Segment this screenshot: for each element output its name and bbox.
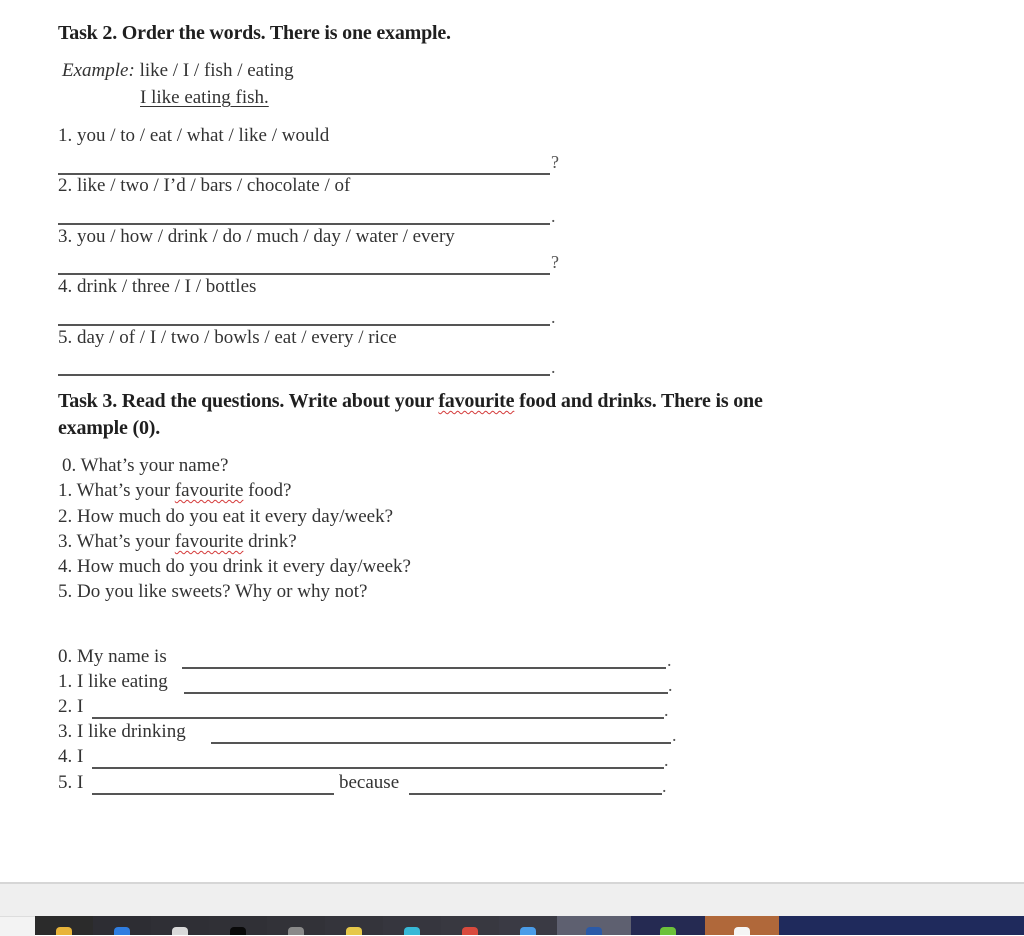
spellcheck-word[interactable]: favourite (438, 390, 514, 412)
spellcheck-word[interactable]: favourite (175, 480, 244, 501)
document-page: Task 2. Order the words. There is one ex… (0, 0, 1024, 882)
order-item-4-end: . (551, 307, 556, 327)
chrome-icon (462, 927, 478, 935)
answer-4-line[interactable] (92, 767, 664, 769)
answer-1-end: . (668, 675, 673, 695)
terminal-icon (230, 927, 246, 935)
app-white-icon (734, 927, 750, 935)
order-item-5-prompt: 5. day / of / I / two / bowls / eat / ev… (58, 327, 397, 348)
answer-1-line[interactable] (184, 692, 668, 694)
answer-5-line-a[interactable] (92, 793, 334, 795)
answer-5-because: because (339, 772, 400, 793)
order-item-2-end: . (551, 206, 556, 226)
answer-0-stem: 0. My name is (58, 646, 167, 667)
taskbar-button[interactable] (35, 916, 93, 935)
taskbar-button[interactable] (267, 916, 325, 935)
order-item-3-end: ? (551, 252, 559, 272)
answer-2-end: . (664, 700, 669, 720)
word-icon (586, 927, 602, 935)
answer-1-stem: 1. I like eating (58, 671, 168, 692)
question-4: 4. How much do you drink it every day/we… (58, 556, 411, 577)
example-words: like / I / fish / eating (134, 60, 294, 81)
app-gray-icon (288, 927, 304, 935)
answer-5-stem: 5. I (58, 772, 84, 793)
answer-0-end: . (667, 650, 672, 670)
example-label: Example: (62, 60, 135, 81)
app-lightblue-icon (520, 927, 536, 935)
question-3-text-end: drink? (243, 531, 297, 552)
answer-5-line-b[interactable] (409, 793, 662, 795)
taskbar-button[interactable] (557, 916, 631, 935)
file-explorer-icon (56, 927, 72, 935)
order-item-5-answer-line[interactable] (58, 374, 550, 376)
internet-explorer-icon (346, 927, 362, 935)
question-1: 1. What’s your favourite food? (58, 480, 291, 502)
answer-3-end: . (672, 725, 677, 745)
order-item-4-prompt: 4. drink / three / I / bottles (58, 276, 257, 297)
taskbar-button[interactable] (325, 916, 383, 935)
taskbar-button[interactable] (705, 916, 779, 935)
spellcheck-word[interactable]: favourite (175, 531, 244, 552)
question-3-text: 3. What’s your (58, 531, 175, 552)
taskbar-button[interactable] (151, 916, 209, 935)
task3-heading-text-2: food and drinks. There is one (514, 390, 763, 412)
app-green-icon (660, 927, 676, 935)
taskbar-button[interactable] (93, 916, 151, 935)
example-answer: I like eating fish. (140, 87, 269, 108)
taskbar-button[interactable] (631, 916, 705, 935)
order-item-3-answer-line[interactable] (58, 273, 550, 275)
answer-3-stem: 3. I like drinking (58, 721, 186, 742)
order-item-3-prompt: 3. you / how / drink / do / much / day /… (58, 226, 455, 247)
answer-5-end: . (662, 776, 667, 796)
order-item-2-answer-line[interactable] (58, 223, 550, 225)
taskbar-button[interactable] (383, 916, 441, 935)
task2-heading: Task 2. Order the words. There is one ex… (58, 22, 451, 44)
order-item-5-end: . (551, 357, 556, 377)
answer-4-stem: 4. I (58, 746, 84, 767)
task3-heading-line2: example (0). (58, 417, 161, 439)
question-3: 3. What’s your favourite drink? (58, 531, 297, 553)
taskbar-button[interactable] (209, 916, 267, 935)
question-1-text-end: food? (243, 480, 292, 501)
example-line: Example: like / I / fish / eating (62, 60, 294, 82)
order-item-1-prompt: 1. you / to / eat / what / like / would (58, 125, 330, 146)
app-cyan-icon (404, 927, 420, 935)
answer-3-line[interactable] (211, 742, 671, 744)
order-item-1-end: ? (551, 152, 559, 172)
screen-edge (0, 916, 35, 936)
app-blue-icon (114, 927, 130, 935)
taskbar-button[interactable] (499, 916, 557, 935)
answer-0-line[interactable] (182, 667, 666, 669)
question-0: 0. What’s your name? (62, 455, 229, 476)
task3-heading-text-1: Task 3. Read the questions. Write about … (58, 390, 439, 412)
question-5: 5. Do you like sweets? Why or why not? (58, 581, 368, 602)
question-2: 2. How much do you eat it every day/week… (58, 506, 394, 527)
answer-4-end: . (664, 750, 669, 770)
order-item-2-prompt: 2. like / two / I’d / bars / chocolate /… (58, 175, 351, 196)
taskbar (35, 916, 1024, 935)
task3-heading: Task 3. Read the questions. Write about … (58, 390, 763, 413)
answer-2-line[interactable] (92, 717, 664, 719)
question-1-text: 1. What’s your (58, 480, 175, 501)
order-item-4-answer-line[interactable] (58, 324, 550, 326)
taskbar-empty-area (779, 916, 1024, 935)
answer-2-stem: 2. I (58, 696, 84, 717)
store-icon (172, 927, 188, 935)
taskbar-button[interactable] (441, 916, 499, 935)
